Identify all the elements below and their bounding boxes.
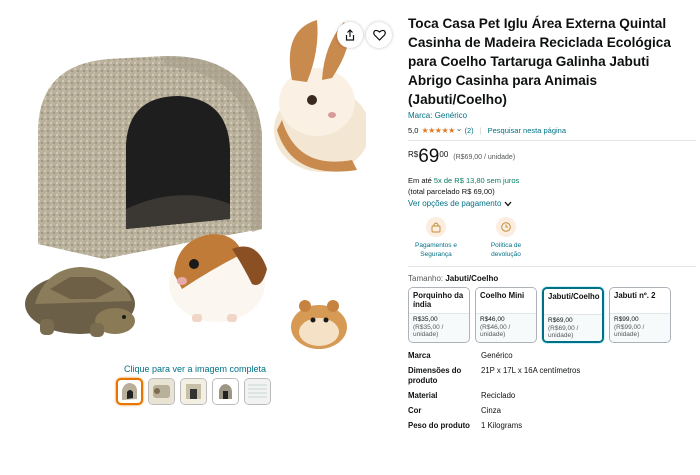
variant-name: Porquinho da índia: [409, 288, 469, 313]
installment-info: Em até 5x de R$ 13,80 sem juros: [408, 176, 696, 185]
spec-value: Reciclado: [481, 391, 516, 400]
rating-count-link[interactable]: (2): [465, 126, 474, 135]
spec-row: Cor Cinza: [408, 406, 696, 416]
share-icon: [345, 29, 355, 41]
variant-unit-price: (R$69,00 / unidade): [548, 324, 579, 340]
chevron-down-icon[interactable]: ⌄: [456, 124, 463, 133]
variant-unit-price: (R$99,00 / unidade): [614, 323, 645, 339]
hamster: [291, 300, 347, 349]
installment-total: (total parcelado R$ 69,00): [408, 187, 495, 196]
variant-unit-price: (R$46,00 / unidade): [480, 323, 511, 339]
wishlist-button[interactable]: [366, 22, 392, 48]
product-details: Toca Casa Pet Iglu Área Externa Quintal …: [408, 14, 696, 436]
price-block: R$ 69 00 (R$69,00 / unidade): [408, 147, 696, 167]
variant-price-box: R$69,00 (R$69,00 / unidade): [544, 314, 602, 341]
spec-key: Marca: [408, 351, 431, 360]
spec-value: 21P x 17L x 16A centímetros: [481, 366, 581, 375]
spec-key: Dimensões do produto: [408, 366, 462, 385]
star-rating-icon[interactable]: ★★★★★: [421, 126, 455, 135]
spec-key: Peso do produto: [408, 421, 470, 430]
size-variants: Porquinho da índia R$35,00 (R$35,00 / un…: [408, 287, 696, 343]
spec-key: Material: [408, 391, 438, 400]
installment-highlight: 5x de R$ 13,80 sem juros: [433, 176, 520, 185]
spec-value: Cinza: [481, 406, 501, 415]
thumbnail-5[interactable]: [244, 378, 271, 405]
size-label-prefix: Tamanho:: [408, 274, 446, 283]
variant-unit-price: (R$35,00 / unidade): [413, 323, 444, 339]
thumbnail-4[interactable]: [212, 378, 239, 405]
feature-label: Política de devolução: [490, 242, 522, 258]
see-full-image-link[interactable]: Clique para ver a imagem completa: [124, 364, 266, 374]
variant-name: Coelho Mini: [476, 288, 536, 313]
thumbnail-3[interactable]: [180, 378, 207, 405]
variant-price-box: R$46,00 (R$46,00 / unidade): [476, 313, 536, 342]
spec-row: Material Reciclado: [408, 391, 696, 401]
lock-icon: [426, 217, 446, 237]
rating-value: 5,0: [408, 126, 419, 135]
variant-coelho-mini[interactable]: Coelho Mini R$46,00 (R$46,00 / unidade): [475, 287, 537, 343]
spec-value: Genérico: [481, 351, 513, 360]
guinea-pig: [169, 234, 267, 322]
price-cents: 00: [439, 150, 449, 159]
variant-price: R$35,00: [413, 316, 438, 323]
spec-table: Marca Genérico Dimensões do produto 21P …: [408, 351, 696, 431]
chevron-down-icon: [504, 201, 512, 206]
variant-porquinho[interactable]: Porquinho da índia R$35,00 (R$35,00 / un…: [408, 287, 470, 343]
feature-label: Pagamentos e Segurança: [415, 242, 457, 258]
feature-return-policy[interactable]: Política de devolução: [478, 217, 534, 259]
thumbnail-2[interactable]: [148, 378, 175, 405]
variant-jabuti-coelho[interactable]: Jabuti/Coelho R$69,00 (R$69,00 / unidade…: [542, 287, 604, 343]
spec-row: Peso do produto 1 Kilograms: [408, 421, 696, 431]
divider: [408, 140, 696, 141]
variant-price-box: R$35,00 (R$35,00 / unidade): [409, 313, 469, 342]
installment-prefix: Em até: [408, 176, 434, 185]
unit-price: (R$69,00 / unidade): [453, 154, 516, 161]
search-page-link[interactable]: Pesquisar nesta página: [488, 126, 566, 135]
spec-row: Dimensões do produto 21P x 17L x 16A cen…: [408, 366, 696, 386]
rating-row: 5,0 ★★★★★ ⌄ (2) | Pesquisar nesta página: [408, 124, 696, 135]
share-button[interactable]: [337, 22, 363, 48]
variant-jabuti-2[interactable]: Jabuti nº. 2 R$99,00 (R$99,00 / unidade): [609, 287, 671, 343]
product-photo: [25, 20, 370, 349]
variant-name: Jabuti nº. 2: [610, 288, 670, 313]
feature-payment-security[interactable]: Pagamentos e Segurança: [408, 217, 464, 259]
spec-key: Cor: [408, 406, 422, 415]
main-product-image[interactable]: [14, 14, 370, 349]
heart-icon: [372, 29, 386, 41]
variant-price: R$46,00: [480, 316, 505, 323]
size-selected: Jabuti/Coelho: [445, 274, 499, 283]
feature-icons: Pagamentos e Segurança Política de devol…: [408, 217, 696, 259]
payment-options-label: Ver opções de pagamento: [408, 199, 502, 208]
divider: [408, 266, 696, 267]
thumbnail-strip: [116, 378, 271, 405]
thumbnail-1[interactable]: [116, 378, 143, 405]
price-symbol: R$: [408, 150, 419, 159]
variant-price-box: R$99,00 (R$99,00 / unidade): [610, 313, 670, 342]
tortoise: [25, 267, 135, 337]
variant-name: Jabuti/Coelho: [544, 289, 602, 314]
product-title: Toca Casa Pet Iglu Área Externa Quintal …: [408, 16, 671, 107]
size-label: Tamanho: Jabuti/Coelho: [408, 274, 696, 283]
spec-value: 1 Kilograms: [481, 421, 523, 430]
brand-link[interactable]: Marca: Genérico: [408, 111, 696, 120]
payment-options-link[interactable]: Ver opções de pagamento: [408, 199, 696, 208]
price-integer: 69: [418, 146, 440, 167]
spec-row: Marca Genérico: [408, 351, 696, 361]
product-gallery: Clique para ver a imagem completa: [14, 14, 392, 405]
separator: |: [479, 126, 482, 135]
variant-price: R$69,00: [548, 317, 573, 324]
return-icon: [496, 217, 516, 237]
variant-price: R$99,00: [614, 316, 639, 323]
